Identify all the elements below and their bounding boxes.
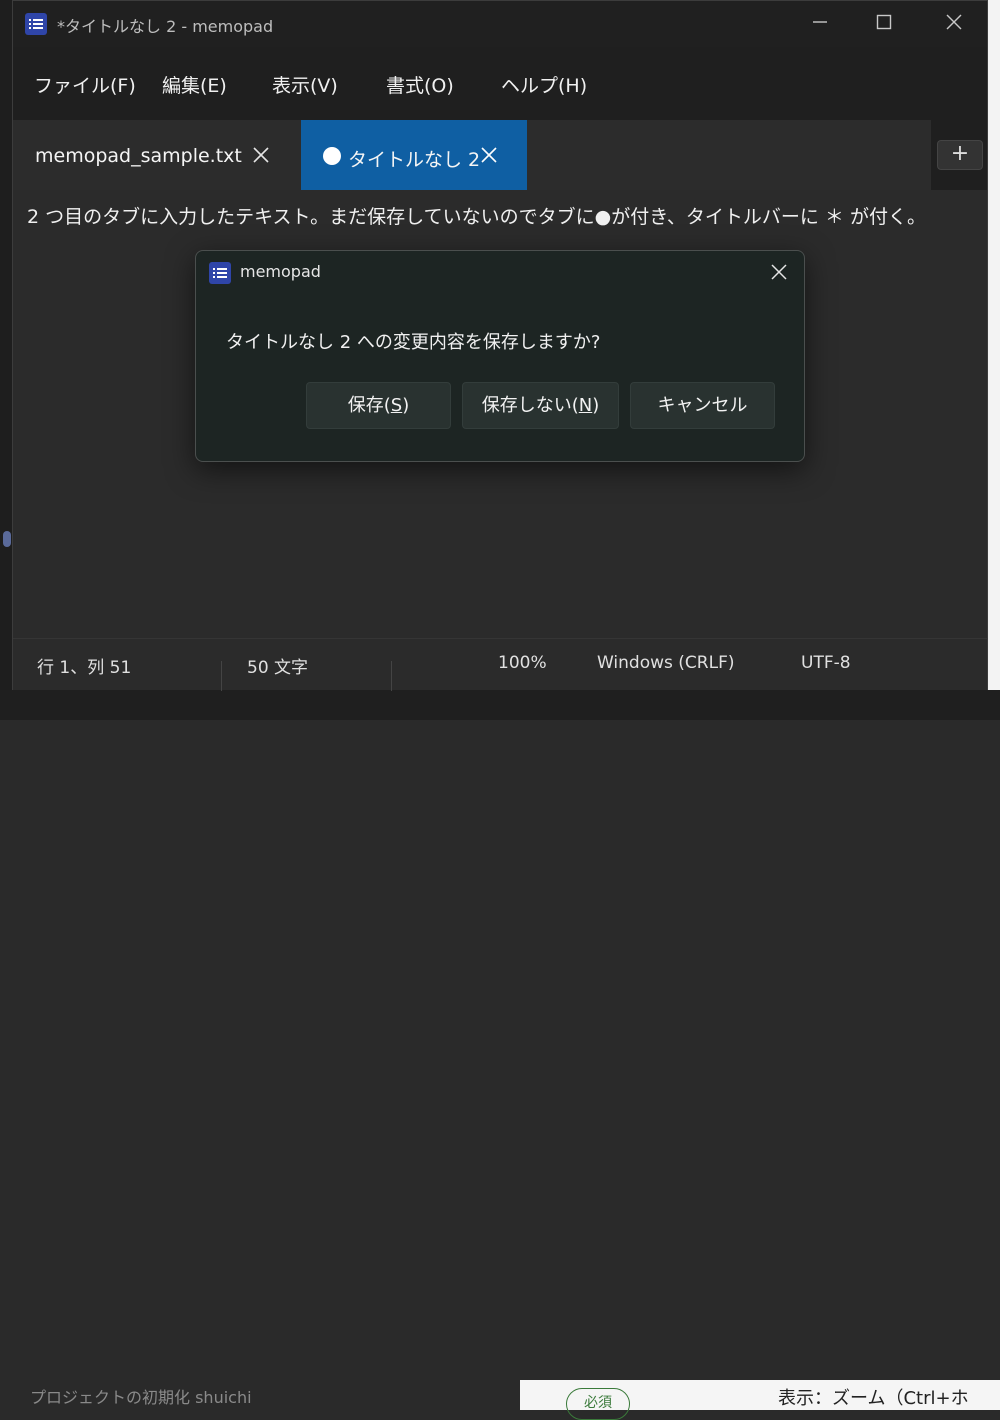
status-encoding[interactable]: UTF-8 — [801, 653, 851, 673]
menu-bar: ファイル(F) 編集(E) 表示(V) 書式(O) ヘルプ(H) — [13, 57, 987, 109]
background-doc-text: 表示：ズーム（Ctrl+ホ — [778, 1388, 969, 1409]
save-button[interactable]: 保存(S) — [306, 382, 451, 429]
tab-close-icon[interactable] — [251, 145, 271, 165]
save-button-label-end: ) — [402, 395, 410, 416]
status-divider — [391, 661, 392, 691]
window-title: *タイトルなし 2 - memopad — [57, 17, 274, 36]
status-line-ending[interactable]: Windows (CRLF) — [597, 653, 735, 673]
tab-label: memopad_sample.txt — [35, 145, 242, 167]
menu-help[interactable]: ヘルプ(H) — [501, 71, 587, 98]
dialog-close-icon[interactable] — [762, 257, 796, 287]
save-changes-dialog: memopad タイトルなし 2 への変更内容を保存しますか? 保存(S) 保存… — [195, 250, 805, 462]
close-icon — [946, 14, 962, 30]
dialog-title: memopad — [240, 262, 321, 281]
tab-untitled-2[interactable]: タイトルなし 2 — [301, 120, 527, 190]
dont-save-button-label-end: ) — [592, 395, 600, 416]
status-char-count: 50 文字 — [247, 658, 309, 678]
background-app-bottom: プロジェクトの初期化 shuichi 表示：ズーム（Ctrl+ホ 必須 — [0, 690, 1000, 1420]
dont-save-button-access-key: N — [578, 395, 593, 416]
save-button-label: 保存( — [347, 395, 391, 416]
status-divider — [221, 661, 222, 691]
new-tab-button[interactable]: + — [937, 140, 983, 170]
dialog-message: タイトルなし 2 への変更内容を保存しますか? — [226, 332, 601, 353]
app-icon — [209, 262, 231, 284]
minimize-button[interactable] — [797, 7, 843, 41]
app-icon — [25, 13, 47, 35]
editor-content[interactable]: 2 つ目のタブに入力したテキスト。まだ保存していないのでタブに●が付き、タイトル… — [27, 202, 926, 229]
background-text: プロジェクトの初期化 shuichi — [30, 1388, 252, 1407]
maximize-button[interactable] — [861, 7, 907, 41]
title-bar[interactable]: *タイトルなし 2 - memopad — [13, 1, 987, 47]
maximize-icon — [876, 14, 892, 30]
modified-dot-icon — [323, 147, 341, 165]
menu-format[interactable]: 書式(O) — [386, 71, 454, 98]
status-bar: 行 1、列 51 50 文字 100% Windows (CRLF) UTF-8 — [13, 638, 987, 691]
tab-label: タイトルなし 2 — [348, 149, 481, 171]
tab-close-icon[interactable] — [479, 145, 499, 165]
cancel-button[interactable]: キャンセル — [630, 382, 775, 429]
minimize-icon — [813, 21, 827, 23]
close-window-button[interactable] — [931, 7, 977, 41]
background-app-right — [988, 0, 1000, 720]
dont-save-button-label: 保存しない( — [481, 395, 579, 416]
background-app-left — [0, 0, 12, 690]
background-badge: 必須 — [566, 1388, 630, 1420]
status-zoom[interactable]: 100% — [498, 653, 547, 673]
tab-bar: memopad_sample.txt タイトルなし 2 — [13, 120, 987, 190]
dont-save-button[interactable]: 保存しない(N) — [462, 382, 619, 429]
menu-view[interactable]: 表示(V) — [272, 71, 338, 98]
status-position: 行 1、列 51 — [37, 658, 132, 678]
background-indicator — [3, 531, 11, 547]
menu-file[interactable]: ファイル(F) — [34, 71, 136, 98]
menu-edit[interactable]: 編集(E) — [162, 71, 227, 98]
tab-memopad-sample[interactable]: memopad_sample.txt — [13, 120, 301, 190]
save-button-access-key: S — [390, 395, 403, 416]
